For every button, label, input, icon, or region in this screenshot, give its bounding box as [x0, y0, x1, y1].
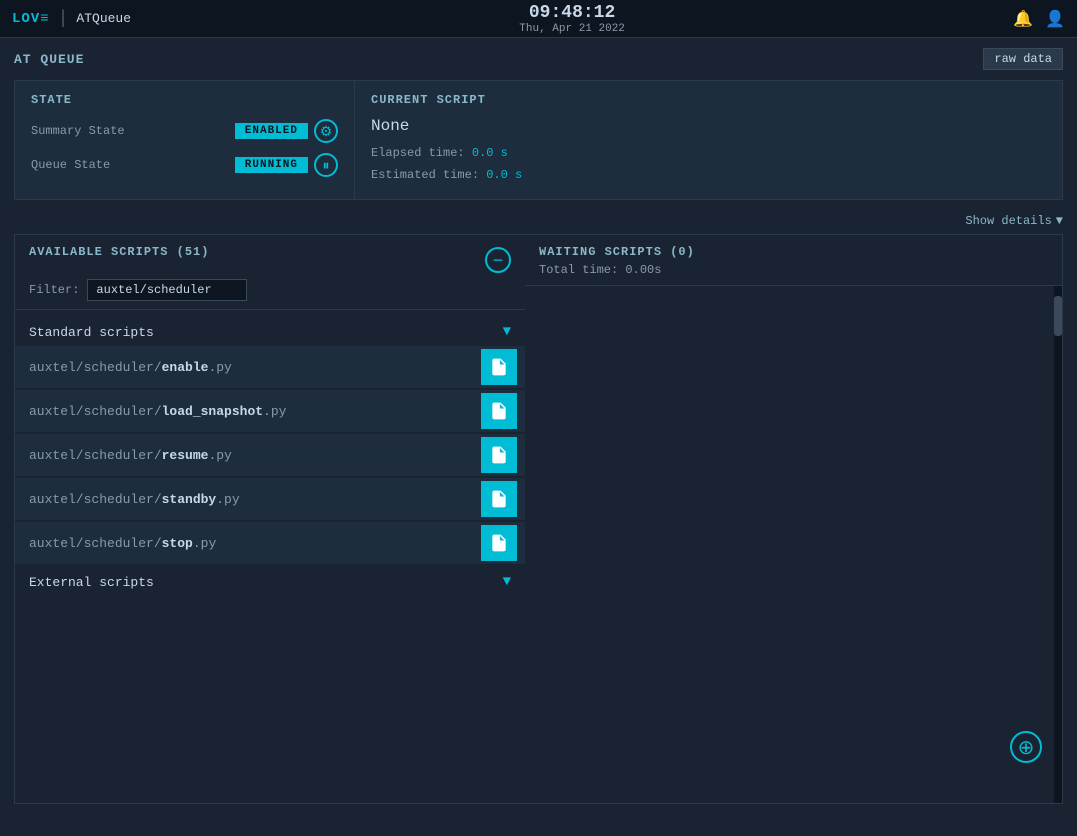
- script-add-icon-2: [489, 401, 509, 421]
- pause-icon: ⏸: [323, 157, 330, 174]
- add-script-enable-button[interactable]: [481, 349, 517, 385]
- nav-center: 09:48:12 Thu, Apr 21 2022: [519, 3, 625, 35]
- waiting-total: Total time: 0.00s: [539, 263, 1048, 277]
- script-add-icon-5: [489, 533, 509, 553]
- filter-input[interactable]: [87, 279, 247, 301]
- show-details-bar: Show details ▼: [14, 210, 1063, 234]
- queue-state-controls: RUNNING ⏸: [235, 153, 338, 177]
- nav-left: LOV≡ | ATQueue: [12, 9, 131, 29]
- nav-divider: |: [58, 9, 69, 29]
- page-title: AT QUEUE: [14, 52, 84, 67]
- available-scripts-panel: AVAILABLE SCRIPTS (51) − Filter: Standar…: [15, 235, 525, 803]
- chevron-down-icon: ▼: [1056, 214, 1063, 228]
- add-to-queue-button[interactable]: ⊕: [1010, 731, 1042, 763]
- add-script-stop-button[interactable]: [481, 525, 517, 561]
- standard-chevron-icon: ▼: [503, 324, 511, 340]
- clock-time: 09:48:12: [519, 3, 625, 23]
- current-script-name: None: [371, 117, 1046, 135]
- queue-state-row: Queue State RUNNING ⏸: [31, 153, 338, 177]
- estimated-time-row: Estimated time: 0.0 s: [371, 165, 1046, 187]
- elapsed-label: Elapsed time:: [371, 146, 465, 160]
- queue-state-pause-button[interactable]: ⏸: [314, 153, 338, 177]
- script-item-standby[interactable]: auxtel/scheduler/standby.py: [15, 478, 525, 520]
- script-add-icon: [489, 357, 509, 377]
- plus-icon: ⊕: [1018, 735, 1035, 760]
- add-script-load-snapshot-button[interactable]: [481, 393, 517, 429]
- external-chevron-icon: ▼: [503, 574, 511, 590]
- scripts-area: AVAILABLE SCRIPTS (51) − Filter: Standar…: [14, 234, 1063, 804]
- script-add-icon-3: [489, 445, 509, 465]
- app-name: ATQueue: [76, 11, 131, 26]
- standard-scripts-header[interactable]: Standard scripts ▼: [15, 318, 525, 346]
- available-top-row: AVAILABLE SCRIPTS (51) −: [29, 245, 511, 273]
- waiting-content: ⊕: [525, 286, 1062, 803]
- user-icon[interactable]: 👤: [1045, 9, 1065, 29]
- show-details-label: Show details: [965, 214, 1051, 228]
- current-script-title: CURRENT SCRIPT: [371, 93, 1046, 107]
- raw-data-button[interactable]: raw data: [983, 48, 1063, 70]
- main-content: AT QUEUE raw data STATE Summary State EN…: [0, 38, 1077, 814]
- script-item-resume[interactable]: auxtel/scheduler/resume.py: [15, 434, 525, 476]
- waiting-title: WAITING SCRIPTS (0): [539, 245, 1048, 259]
- script-item-stop[interactable]: auxtel/scheduler/stop.py: [15, 522, 525, 564]
- minus-icon: −: [493, 250, 504, 271]
- waiting-header: WAITING SCRIPTS (0) Total time: 0.00s: [525, 235, 1062, 286]
- queue-state-badge: RUNNING: [235, 157, 308, 173]
- add-script-resume-button[interactable]: [481, 437, 517, 473]
- queue-state-label: Queue State: [31, 158, 110, 172]
- page-header: AT QUEUE raw data: [14, 48, 1063, 70]
- state-script-row: STATE Summary State ENABLED ⚙ Queue Stat…: [14, 80, 1063, 200]
- available-header: AVAILABLE SCRIPTS (51) − Filter:: [15, 235, 525, 310]
- script-name-load-snapshot: auxtel/scheduler/load_snapshot.py: [29, 404, 286, 419]
- elapsed-time-row: Elapsed time: 0.0 s: [371, 143, 1046, 165]
- elapsed-value: 0.0 s: [472, 146, 508, 160]
- collapse-available-button[interactable]: −: [485, 247, 511, 273]
- script-add-icon-4: [489, 489, 509, 509]
- external-scripts-label: External scripts: [29, 575, 154, 590]
- summary-state-label: Summary State: [31, 124, 125, 138]
- estimated-label: Estimated time:: [371, 168, 479, 182]
- nav-right: 🔔 👤: [1013, 9, 1065, 29]
- script-name-resume: auxtel/scheduler/resume.py: [29, 448, 232, 463]
- summary-state-controls: ENABLED ⚙: [235, 119, 338, 143]
- summary-state-badge: ENABLED: [235, 123, 308, 139]
- script-name-stop: auxtel/scheduler/stop.py: [29, 536, 216, 551]
- external-scripts-header[interactable]: External scripts ▼: [15, 568, 525, 596]
- waiting-scripts-panel: WAITING SCRIPTS (0) Total time: 0.00s ⊕: [525, 235, 1062, 803]
- clock-date: Thu, Apr 21 2022: [519, 23, 625, 35]
- script-name-enable: auxtel/scheduler/enable.py: [29, 360, 232, 375]
- bell-icon[interactable]: 🔔: [1013, 9, 1033, 29]
- scrollbar-thumb: [1054, 296, 1062, 336]
- add-script-standby-button[interactable]: [481, 481, 517, 517]
- standard-scripts-section: Standard scripts ▼ auxtel/scheduler/enab…: [15, 318, 525, 564]
- app-logo: LOV≡: [12, 11, 50, 27]
- script-item-load-snapshot[interactable]: auxtel/scheduler/load_snapshot.py: [15, 390, 525, 432]
- top-navigation: LOV≡ | ATQueue 09:48:12 Thu, Apr 21 2022…: [0, 0, 1077, 38]
- script-item-enable[interactable]: auxtel/scheduler/enable.py: [15, 346, 525, 388]
- estimated-value: 0.0 s: [486, 168, 522, 182]
- script-name-standby: auxtel/scheduler/standby.py: [29, 492, 240, 507]
- filter-row: Filter:: [29, 279, 511, 301]
- filter-label: Filter:: [29, 283, 79, 297]
- summary-state-settings-button[interactable]: ⚙: [314, 119, 338, 143]
- script-times: Elapsed time: 0.0 s Estimated time: 0.0 …: [371, 143, 1046, 186]
- standard-scripts-label: Standard scripts: [29, 325, 154, 340]
- available-title: AVAILABLE SCRIPTS (51): [29, 245, 209, 259]
- external-scripts-section: External scripts ▼: [15, 568, 525, 596]
- gear-icon: ⚙: [320, 123, 333, 140]
- state-title: STATE: [31, 93, 338, 107]
- total-value: 0.00s: [625, 263, 661, 277]
- available-content: Standard scripts ▼ auxtel/scheduler/enab…: [15, 310, 525, 803]
- scrollbar-track[interactable]: [1054, 286, 1062, 803]
- total-label: Total time:: [539, 263, 618, 277]
- current-script-panel: CURRENT SCRIPT None Elapsed time: 0.0 s …: [355, 81, 1062, 199]
- summary-state-row: Summary State ENABLED ⚙: [31, 119, 338, 143]
- state-panel: STATE Summary State ENABLED ⚙ Queue Stat…: [15, 81, 355, 199]
- show-details-button[interactable]: Show details ▼: [965, 214, 1063, 228]
